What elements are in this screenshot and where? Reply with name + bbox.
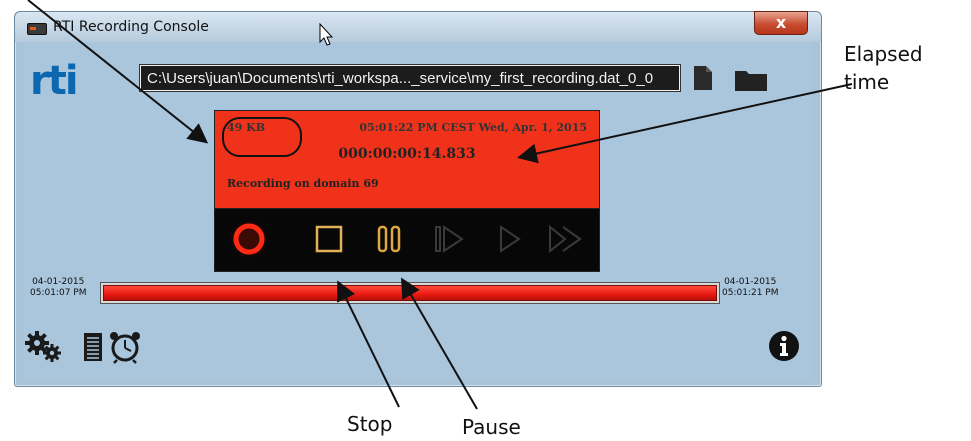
elapsed-annotation-line2: time: [844, 70, 890, 94]
size-annotation-arrow: [27, 0, 209, 144]
stop-annotation: Stop: [347, 412, 393, 436]
stop-annotation-arrow: [337, 280, 400, 408]
pause-annotation-arrow: [400, 277, 478, 410]
annotation-arrows: [27, 0, 853, 410]
elapsed-time-annotation: Elapsed time: [844, 40, 923, 96]
elapsed-annotation-line1: Elapsed: [844, 42, 923, 66]
mouse-cursor-icon: [319, 22, 334, 46]
pause-annotation: Pause: [462, 415, 521, 439]
elapsed-annotation-arrow: [517, 83, 853, 164]
